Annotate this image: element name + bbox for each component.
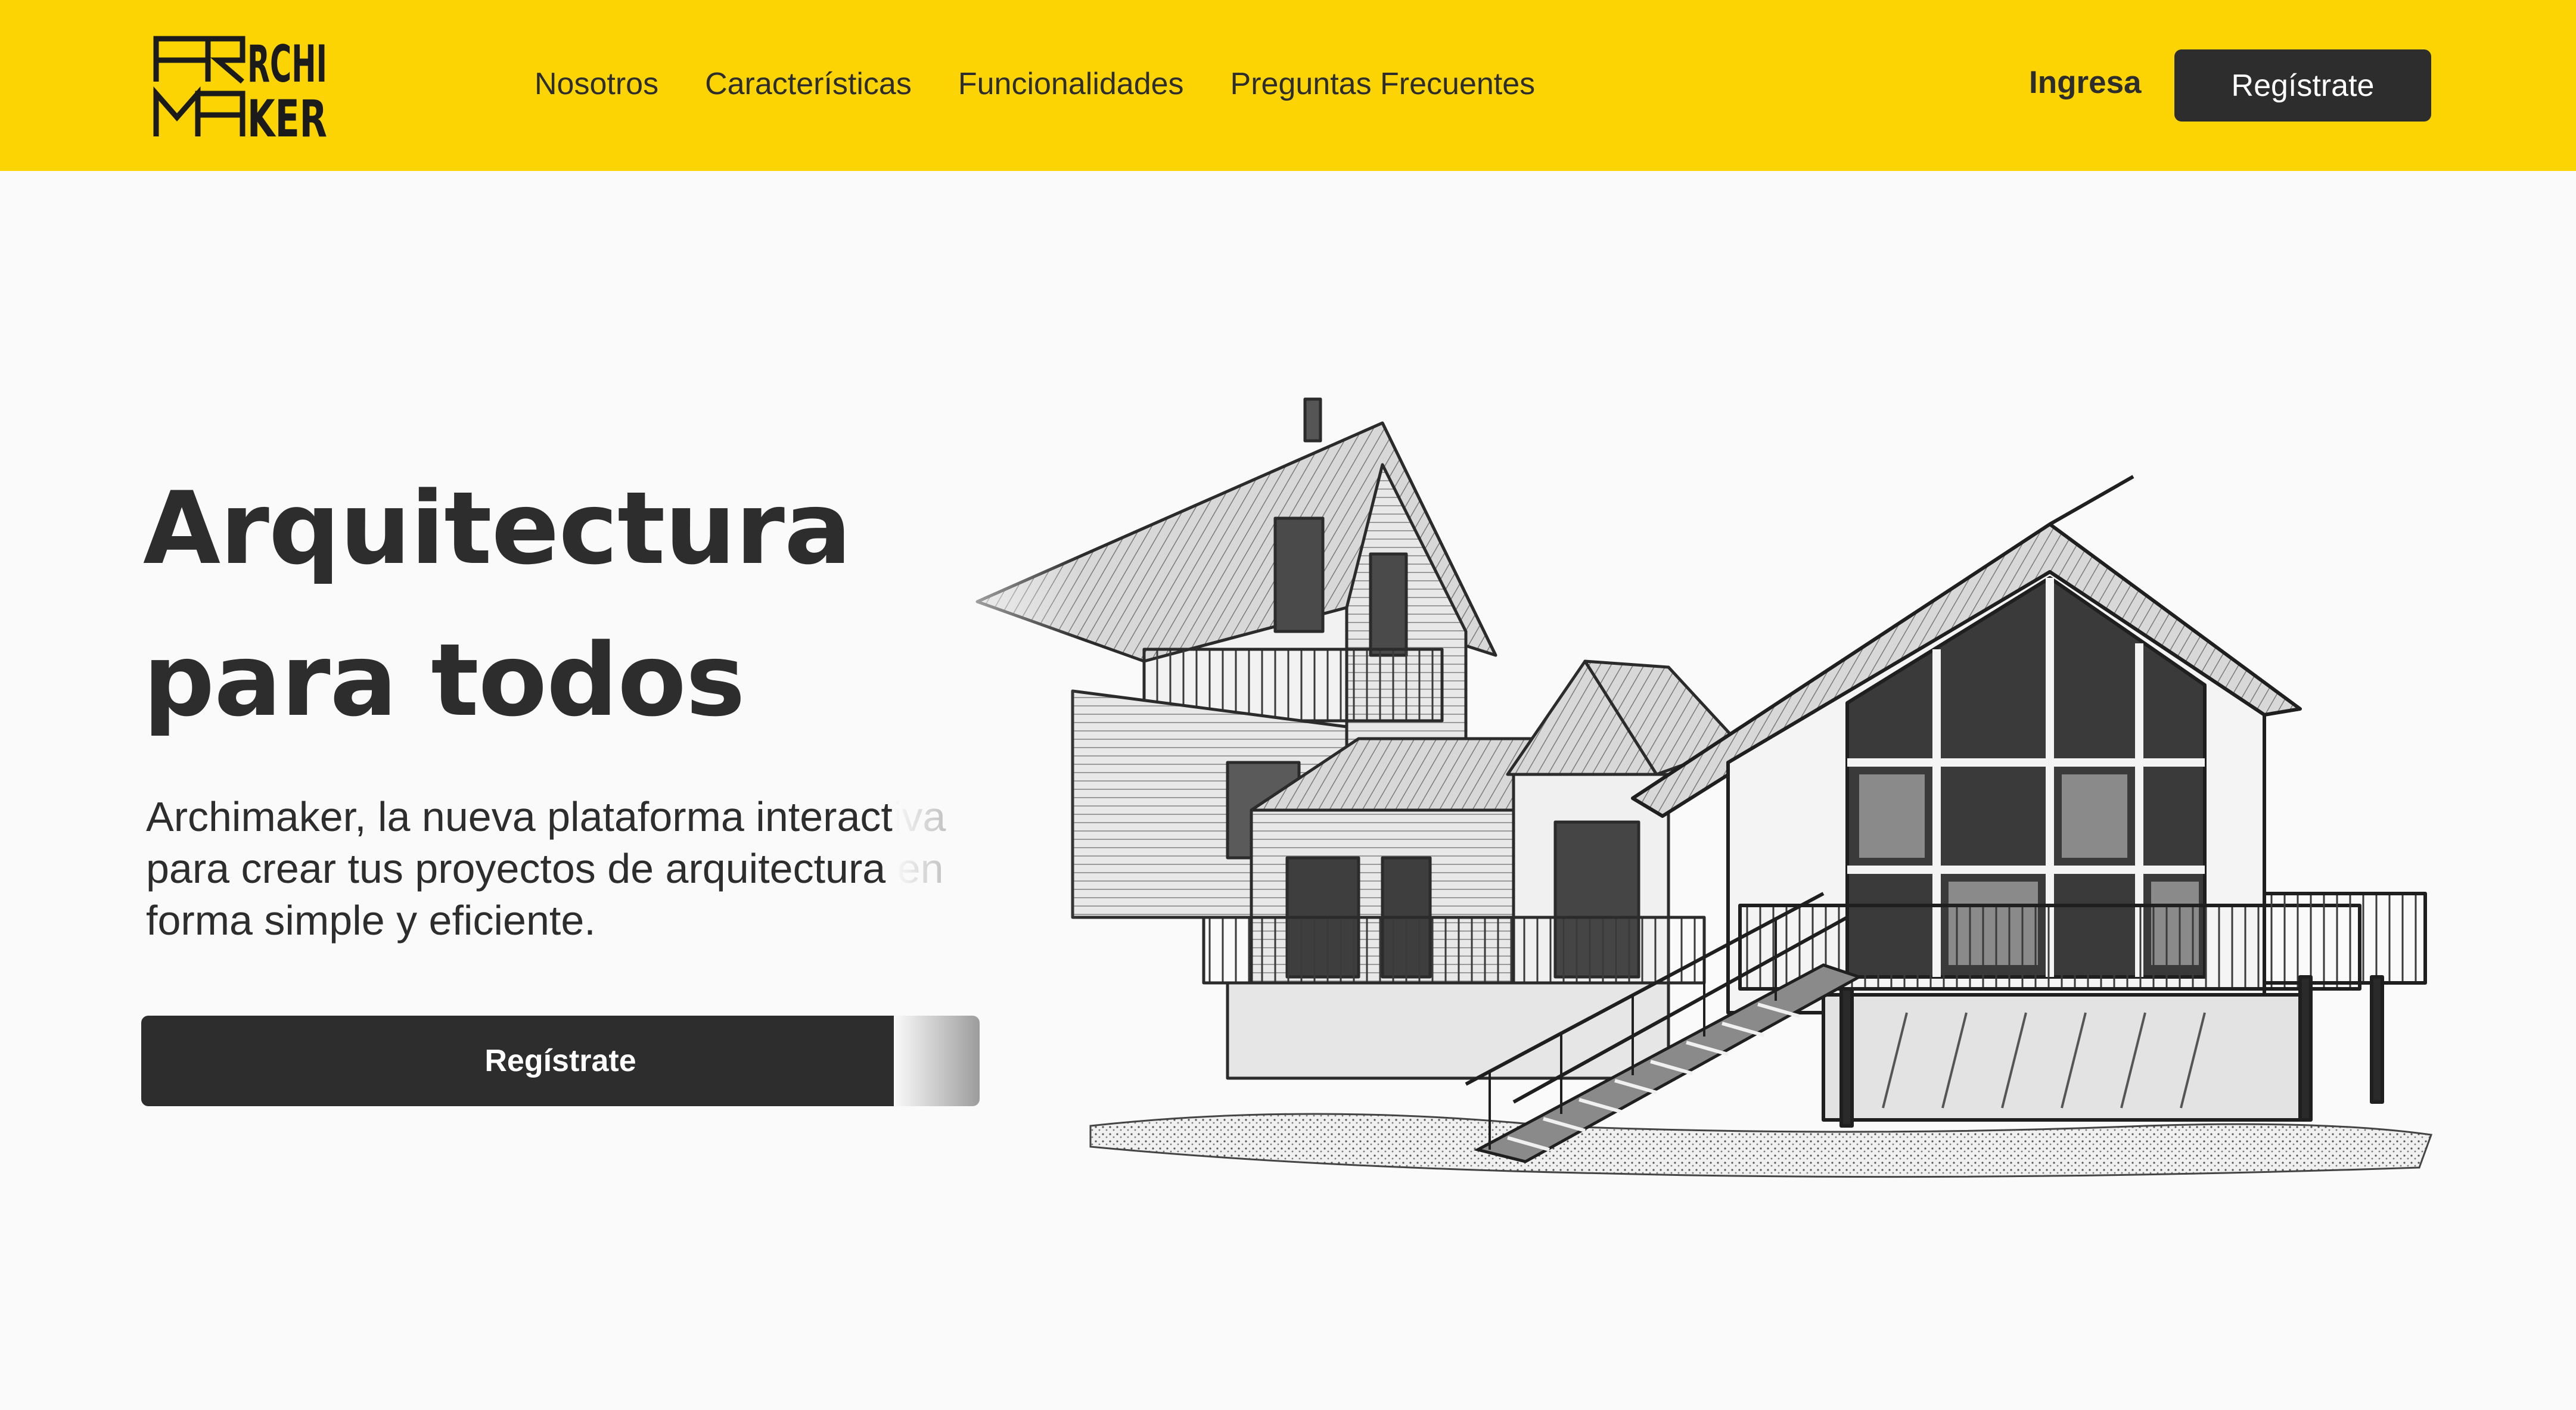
nav-link-caracteristicas[interactable]: Características: [705, 66, 912, 102]
top-navbar: RCHI KER Nosotros Características Funcio…: [0, 0, 2576, 171]
hero-register-button[interactable]: Regístrate: [141, 1016, 980, 1106]
login-link[interactable]: Ingresa: [2029, 64, 2142, 101]
house-sketch-illustration: [894, 381, 2433, 1191]
svg-text:RCHI: RCHI: [247, 35, 327, 94]
nav-link-preguntas-frecuentes[interactable]: Preguntas Frecuentes: [1230, 66, 1536, 102]
svg-text:KER: KER: [247, 89, 327, 141]
header-register-button[interactable]: Regístrate: [2174, 49, 2431, 122]
main-nav: Nosotros Características Funcionalidades…: [535, 58, 1535, 110]
nav-link-funcionalidades[interactable]: Funcionalidades: [958, 66, 1184, 102]
hero-description: Archimaker, la nueva plataforma interact…: [146, 793, 946, 944]
nav-link-nosotros[interactable]: Nosotros: [535, 66, 658, 102]
archimaker-logo[interactable]: RCHI KER: [153, 34, 330, 141]
